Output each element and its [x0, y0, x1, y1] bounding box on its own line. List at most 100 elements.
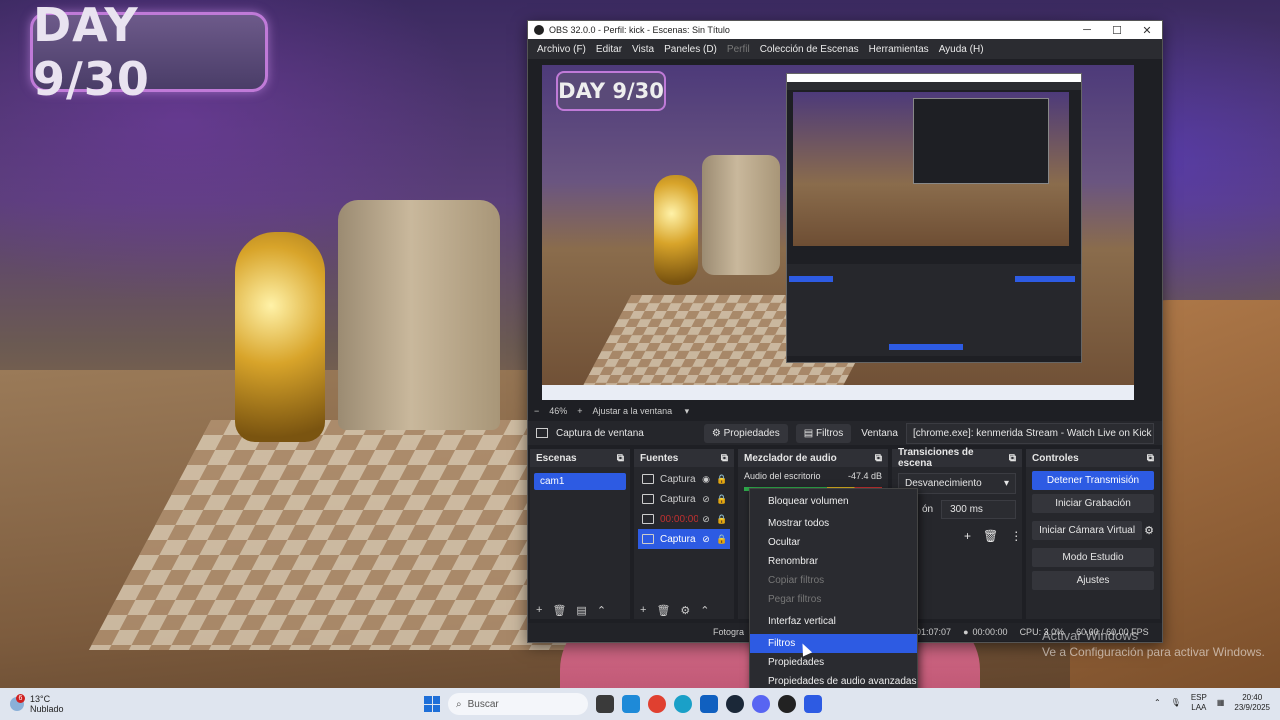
preview-canvas[interactable]: DAY 9/30 [542, 65, 1134, 400]
menu-coleccion-escenas[interactable]: Colección de Escenas [755, 44, 864, 55]
window-select[interactable]: [chrome.exe]: kenmerida Stream - Watch L… [905, 422, 1154, 444]
remove-transition-icon[interactable]: 🗑 [983, 529, 998, 543]
zoom-fit-select[interactable]: Ajustar a la ventana ▾ [593, 406, 700, 417]
source-row[interactable]: Captura d⊘🔒 [638, 489, 730, 509]
source-row[interactable]: Captura d◉🔒 [638, 469, 730, 489]
taskbar-search[interactable]: ⌕ Buscar [448, 693, 588, 715]
menu-item-vertical-interface[interactable]: Interfaz vertical [750, 612, 917, 631]
menu-item-hide[interactable]: Ocultar [750, 533, 917, 552]
weather-widget[interactable]: 6 13°C Nublado [10, 694, 64, 714]
network-icon[interactable]: ▦ [1217, 698, 1225, 708]
undock-icon[interactable]: ⧉ [1147, 453, 1154, 464]
frames-label: Fotogra [713, 627, 745, 637]
steam-icon[interactable] [726, 695, 744, 713]
virtual-camera-settings-gear-icon[interactable]: ⚙ [1144, 524, 1154, 537]
undock-icon[interactable]: ⧉ [721, 453, 728, 464]
lock-icon[interactable]: 🔒 [714, 514, 730, 525]
scene-filter-icon[interactable]: ▤ [576, 604, 586, 617]
add-source-icon[interactable]: + [640, 604, 646, 616]
notification-badge: 6 [16, 694, 25, 703]
undock-icon[interactable]: ⧉ [617, 453, 624, 464]
remove-source-icon[interactable]: 🗑 [656, 604, 670, 617]
close-button[interactable]: ✕ [1132, 24, 1162, 37]
studio-mode-button[interactable]: Modo Estudio [1032, 548, 1154, 567]
more-options-icon[interactable]: ⋮ [1010, 529, 1022, 543]
window-capture-icon [642, 474, 654, 484]
properties-button[interactable]: ⚙ Propiedades [703, 423, 788, 443]
window-select-value: [chrome.exe]: kenmerida Stream - Watch L… [912, 427, 1153, 439]
add-scene-icon[interactable]: + [536, 604, 542, 616]
eye-hidden-icon[interactable]: ⊘ [698, 514, 714, 525]
menu-perfil[interactable]: Perfil [722, 44, 755, 55]
app-icon[interactable] [804, 695, 822, 713]
nested-obs-capture [786, 73, 1082, 363]
filters-button[interactable]: ▤ Filtros [795, 423, 852, 443]
language-code: ESP [1190, 693, 1207, 702]
microphone-icon[interactable]: 🎙 [1171, 698, 1181, 708]
chrome-icon[interactable] [648, 695, 666, 713]
menu-editar[interactable]: Editar [591, 44, 627, 55]
transition-actions: + 🗑 ⋮ [964, 529, 1022, 543]
filters-label: Filtros [815, 427, 844, 439]
menu-item-rename[interactable]: Renombrar [750, 552, 917, 571]
mixer-header: Mezclador de audio ⧉ [738, 449, 888, 467]
menu-ayuda[interactable]: Ayuda (H) [934, 44, 989, 55]
maximize-button[interactable]: ☐ [1102, 24, 1132, 37]
scene-item-cam1[interactable]: cam1 [534, 473, 626, 490]
explorer-icon[interactable] [622, 695, 640, 713]
add-transition-icon[interactable]: + [964, 529, 971, 543]
controls-header: Controles ⧉ [1026, 449, 1160, 467]
eye-icon[interactable]: ◉ [698, 474, 714, 485]
zoom-in-button[interactable]: + [577, 406, 582, 416]
start-recording-button[interactable]: Iniciar Grabación [1032, 494, 1154, 513]
scenes-footer: + 🗑 ▤ ⌃ [530, 601, 630, 619]
window-capture-icon [536, 428, 548, 438]
eye-hidden-icon[interactable]: ⊘ [698, 494, 714, 505]
source-properties-icon[interactable]: ⚙ [680, 604, 690, 617]
transitions-title: Transiciones de escena [898, 447, 974, 469]
menu-item-copy-filters[interactable]: Copiar filtros [750, 571, 917, 590]
obs-icon[interactable] [778, 695, 796, 713]
lock-icon[interactable]: 🔒 [714, 494, 730, 505]
stop-stream-button[interactable]: Detener Transmisión [1032, 471, 1154, 490]
menu-item-show-all[interactable]: Mostrar todos [750, 514, 917, 533]
zoom-out-button[interactable]: − [534, 406, 539, 416]
chevron-down-icon: ▾ [684, 405, 690, 416]
windows-start-icon[interactable] [424, 696, 440, 712]
obs-titlebar[interactable]: OBS 32.0.0 - Perfil: kick - Escenas: Sin… [528, 21, 1162, 39]
source-row-selected[interactable]: Captura d⊘🔒 [638, 529, 730, 549]
source-row[interactable]: 00:00:00 ⊘ 🔒 [638, 509, 730, 529]
lock-icon[interactable]: 🔒 [714, 534, 730, 545]
clock[interactable]: 20:40 23/9/2025 [1234, 693, 1270, 713]
start-virtual-camera-button[interactable]: Iniciar Cámara Virtual [1032, 521, 1143, 540]
minimize-button[interactable]: ─ [1072, 24, 1102, 36]
menu-item-lock-volume[interactable]: Bloquear volumen [750, 492, 917, 511]
task-view-icon[interactable] [596, 695, 614, 713]
preview-gold-statue [654, 175, 698, 285]
duration-input[interactable]: 300 ms [941, 500, 1016, 519]
menu-item-filters[interactable]: Filtros [750, 634, 917, 653]
edge-icon[interactable] [674, 695, 692, 713]
controls-title: Controles [1032, 452, 1079, 464]
menu-item-properties[interactable]: Propiedades [750, 653, 917, 672]
store-icon[interactable] [700, 695, 718, 713]
menu-vista[interactable]: Vista [627, 44, 659, 55]
move-up-icon[interactable]: ⌃ [700, 604, 709, 617]
discord-icon[interactable] [752, 695, 770, 713]
menu-item-paste-filters[interactable]: Pegar filtros [750, 590, 917, 609]
language-indicator[interactable]: ESP LAA [1191, 693, 1207, 713]
source-label: Captura d [660, 473, 698, 485]
nested-preview-inner [913, 98, 1049, 184]
move-up-icon[interactable]: ⌃ [597, 604, 606, 617]
settings-button[interactable]: Ajustes [1032, 571, 1154, 590]
menu-herramientas[interactable]: Herramientas [864, 44, 934, 55]
menu-archivo[interactable]: Archivo (F) [532, 44, 591, 55]
remove-scene-icon[interactable]: 🗑 [552, 604, 566, 617]
watermark-line2: Ve a Configuración para activar Windows. [1042, 645, 1265, 659]
eye-hidden-icon[interactable]: ⊘ [698, 534, 714, 545]
tray-expand-icon[interactable]: ⌃ [1154, 698, 1161, 708]
undock-icon[interactable]: ⧉ [875, 453, 882, 464]
undock-icon[interactable]: ⧉ [1009, 453, 1016, 464]
menu-paneles[interactable]: Paneles (D) [659, 44, 722, 55]
lock-icon[interactable]: 🔒 [714, 474, 730, 485]
